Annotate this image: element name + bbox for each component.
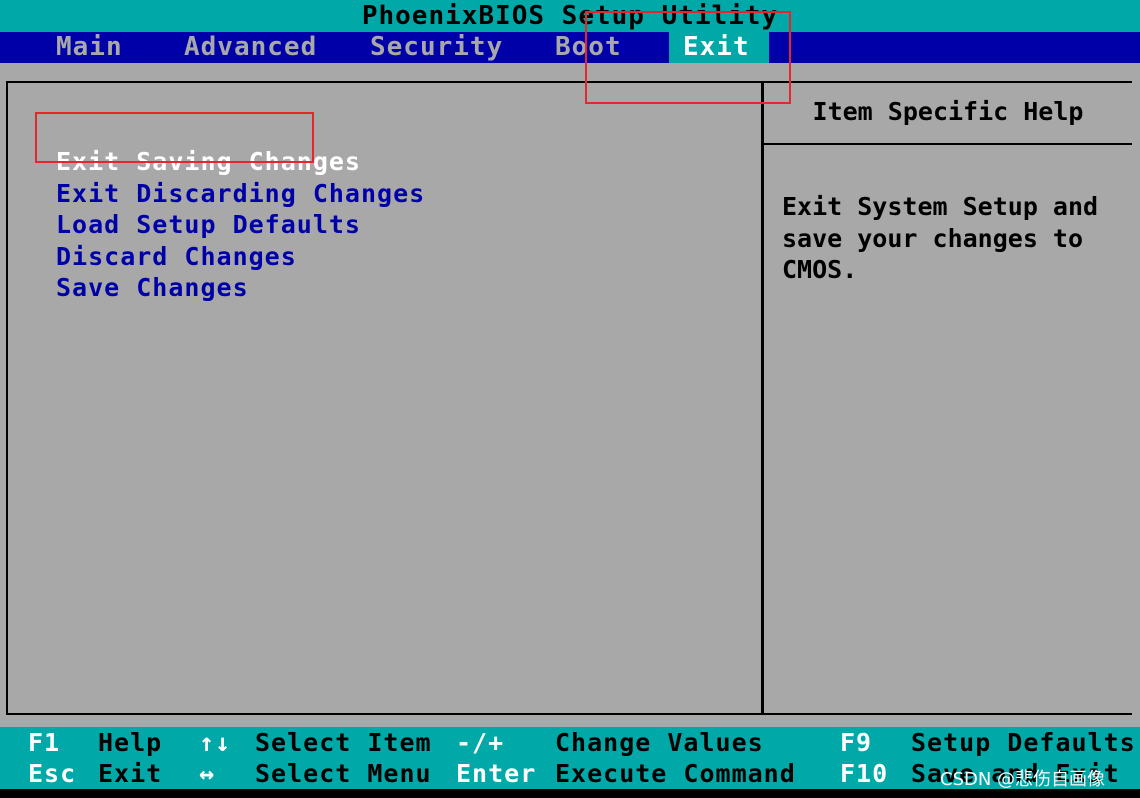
help-panel: Item Specific Help Exit System Setup and… bbox=[764, 81, 1132, 715]
key-f1: F1 bbox=[28, 728, 61, 757]
app-title: PhoenixBIOS Setup Utility bbox=[0, 0, 1140, 32]
annotation-box-exit-saving bbox=[35, 112, 314, 163]
menu-bar: Main Advanced Security Boot Exit bbox=[0, 32, 1140, 63]
help-title: Item Specific Help bbox=[812, 97, 1084, 126]
arrows-leftright-key: ↔ bbox=[199, 759, 216, 788]
key-esc-label: Exit bbox=[98, 759, 163, 788]
annotation-box-exit-tab bbox=[585, 11, 791, 104]
help-text: Exit System Setup and save your changes … bbox=[782, 192, 1099, 284]
menu-item-save-changes[interactable]: Save Changes bbox=[56, 272, 249, 303]
menu-item-load-setup-defaults[interactable]: Load Setup Defaults bbox=[56, 209, 361, 240]
minus-plus-key: -/+ bbox=[456, 728, 505, 757]
key-f9-label: Setup Defaults bbox=[911, 728, 1136, 757]
arrows-leftright-label: Select Menu bbox=[255, 759, 432, 788]
key-enter-label: Execute Command bbox=[555, 759, 796, 788]
menu-item-exit-discarding-changes[interactable]: Exit Discarding Changes bbox=[56, 178, 425, 209]
key-f10: F10 bbox=[840, 759, 889, 788]
arrows-updown-label: Select Item bbox=[255, 728, 432, 757]
key-enter: Enter bbox=[456, 759, 537, 788]
minus-plus-label: Change Values bbox=[555, 728, 764, 757]
key-esc: Esc bbox=[28, 759, 77, 788]
menu-item-discard-changes[interactable]: Discard Changes bbox=[56, 241, 297, 272]
key-f9: F9 bbox=[840, 728, 873, 757]
tab-main[interactable]: Main bbox=[42, 32, 137, 63]
arrows-updown-key: ↑↓ bbox=[199, 728, 232, 757]
options-panel: Exit Saving Changes Exit Discarding Chan… bbox=[6, 81, 764, 715]
watermark: CSDN @悲伤自画像 bbox=[940, 769, 1106, 790]
tab-security[interactable]: Security bbox=[356, 32, 517, 63]
tab-advanced[interactable]: Advanced bbox=[170, 32, 331, 63]
help-separator bbox=[764, 143, 1132, 145]
key-f1-label: Help bbox=[98, 728, 163, 757]
